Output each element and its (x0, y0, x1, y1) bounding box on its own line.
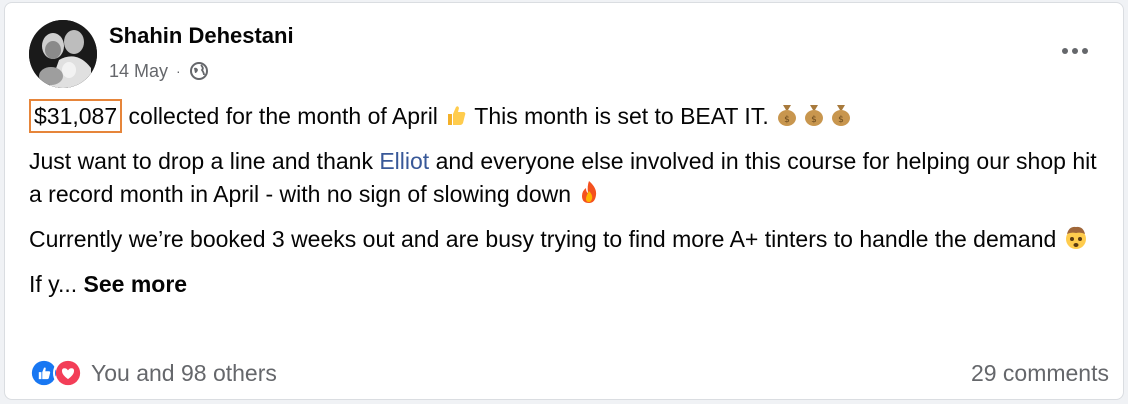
svg-text:$: $ (838, 115, 844, 125)
reactions-count: You and 98 others (91, 359, 277, 386)
globe-icon (189, 61, 209, 81)
highlighted-amount: $31,087 (29, 99, 123, 133)
paragraph-1-tail: This month is set to BEAT IT. (474, 103, 769, 129)
post-paragraph-4: If y... See more (29, 268, 1109, 301)
see-more-link[interactable]: See more (84, 271, 188, 297)
more-options-icon[interactable] (1055, 35, 1095, 67)
money-bag-emoji: $ $ $ (775, 101, 853, 136)
svg-text:$: $ (811, 115, 817, 125)
post-meta: 14 May · (109, 59, 209, 83)
paragraph-3-text: Currently we’re booked 3 weeks out and a… (29, 226, 1057, 252)
paragraph-1-text: collected for the month of April (128, 103, 438, 129)
mention-link[interactable]: Elliot (379, 148, 429, 174)
fire-emoji (577, 179, 601, 214)
paragraph-2-text-start: Just want to drop a line and thank (29, 148, 373, 174)
author-name[interactable]: Shahin Dehestani (109, 23, 294, 49)
reaction-icons (29, 358, 83, 388)
avatar[interactable] (29, 20, 97, 88)
reactions-summary[interactable]: You and 98 others (29, 358, 277, 388)
truncated-text: If y... (29, 271, 78, 297)
thumbs-up-emoji (444, 103, 468, 136)
love-reaction-icon (53, 358, 83, 388)
comments-count[interactable]: 29 comments (971, 360, 1109, 387)
post-paragraph-2: Just want to drop a line and thank Ellio… (29, 145, 1109, 214)
post-paragraph-1: $31,087 collected for the month of April… (29, 99, 1109, 136)
post-date[interactable]: 14 May (109, 61, 168, 82)
meta-separator: · (176, 63, 181, 79)
post-card: Shahin Dehestani 14 May · $31,087 collec… (4, 2, 1124, 400)
exploding-head-emoji (1063, 224, 1089, 259)
svg-text:$: $ (784, 115, 790, 125)
post-footer: You and 98 others 29 comments (29, 355, 1109, 391)
post-content: $31,087 collected for the month of April… (29, 99, 1109, 310)
post-paragraph-3: Currently we’re booked 3 weeks out and a… (29, 223, 1109, 259)
